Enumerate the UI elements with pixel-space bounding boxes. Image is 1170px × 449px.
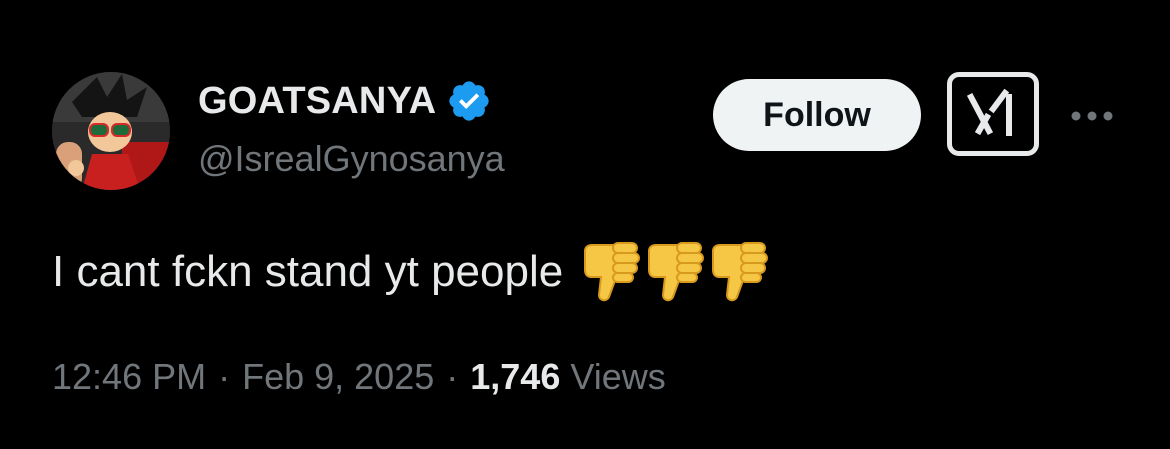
more-icon	[1071, 111, 1113, 121]
meta-separator: ·	[218, 356, 231, 397]
thumbs-down-emoji-icon	[584, 242, 641, 302]
verified-badge-icon[interactable]	[446, 78, 492, 124]
author-handle[interactable]: @IsrealGynosanya	[198, 138, 505, 180]
views-label[interactable]: Views	[570, 356, 665, 398]
views-count[interactable]: 1,746	[470, 356, 560, 398]
tweet-card: GOATSANYA @IsrealGynosanya Follow I cant…	[0, 0, 1170, 449]
tweet-date[interactable]: Feb 9, 2025	[242, 356, 434, 398]
grok-button[interactable]	[947, 72, 1039, 156]
grok-icon	[966, 88, 1012, 136]
tweet-meta: 12:46 PM · Feb 9, 2025 · 1,746 Views	[52, 356, 666, 398]
author-display-name[interactable]: GOATSANYA	[198, 80, 436, 123]
avatar-image	[52, 72, 170, 190]
thumbs-down-emoji-icon	[712, 242, 769, 302]
more-options-button[interactable]	[1064, 98, 1120, 134]
follow-button[interactable]: Follow	[713, 79, 921, 151]
tweet-time[interactable]: 12:46 PM	[52, 356, 206, 398]
thumbs-down-emoji-icon	[648, 242, 705, 302]
tweet-text-content: I cant fckn stand yt people	[52, 247, 564, 296]
tweet-text: I cant fckn stand yt people	[52, 240, 769, 304]
avatar[interactable]	[52, 72, 170, 190]
author-name-row[interactable]: GOATSANYA	[198, 76, 492, 126]
meta-separator: ·	[446, 356, 459, 397]
emoji-group	[583, 241, 769, 303]
